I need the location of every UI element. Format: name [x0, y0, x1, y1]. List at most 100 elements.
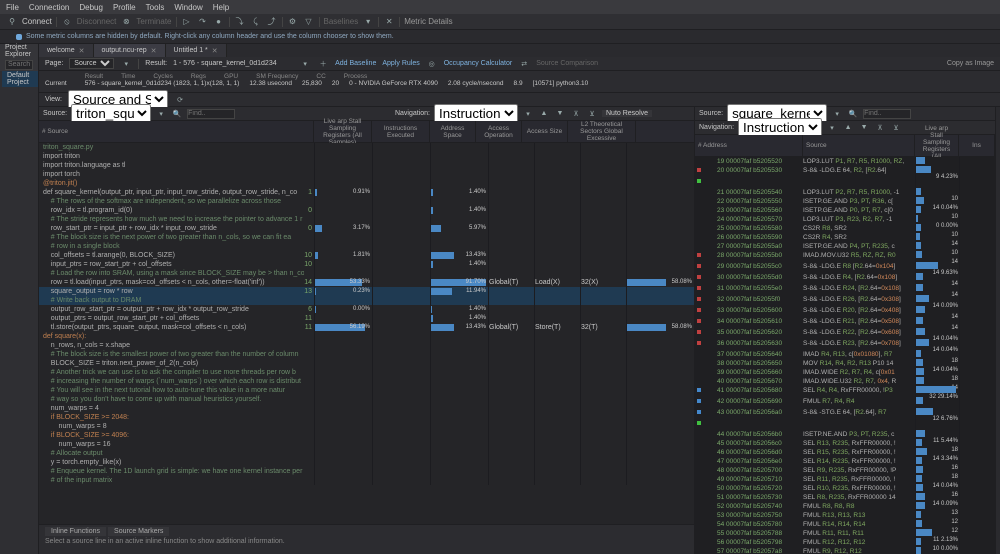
step-out-icon[interactable]: ⤴	[266, 16, 278, 28]
dot-icon[interactable]: ●	[213, 16, 225, 28]
asm-line[interactable]: 30 00007faf b52055d0S-8& -LDG.E R4, [R2.…	[695, 273, 995, 284]
asm-line[interactable]: 45 00007faf b52056c0SEL R13, R235, RxFFR…	[695, 439, 995, 448]
asm-line[interactable]: 57 00007faf b52057a8FMUL R9, R12, R1211	[695, 547, 995, 554]
search-icon[interactable]: 🔍	[171, 108, 183, 120]
asm-line[interactable]: 33 00007faf b5205600S-8& -LDG.E R20, [R2…	[695, 306, 995, 317]
footer-tab-inline[interactable]: Inline Functions	[45, 527, 106, 536]
source-line[interactable]: # The rows of the softmax are independen…	[39, 197, 694, 206]
source-line[interactable]: if BLOCK_SIZE >= 2048:	[39, 413, 694, 422]
footer-tab-markers[interactable]: Source Markers	[108, 527, 169, 536]
menu-debug[interactable]: Debug	[79, 3, 103, 12]
menu-connection[interactable]: Connection	[29, 3, 69, 12]
source-line[interactable]: num_warps = 8	[39, 422, 694, 431]
source-line[interactable]: output_row_start_ptr = output_ptr + row_…	[39, 305, 694, 314]
source-line[interactable]: tl.store(output_ptrs, square_output, mas…	[39, 323, 694, 332]
source-line[interactable]: def square(x):	[39, 332, 694, 341]
config-icon[interactable]: ⚙	[287, 16, 299, 28]
source-line[interactable]: import torch	[39, 170, 694, 179]
last-icon[interactable]: ⊻	[586, 108, 598, 120]
asm-line[interactable]: 41 00007faf b5205680SEL R4, R4, RxFFR000…	[695, 386, 995, 397]
step-icon[interactable]: ↷	[197, 16, 209, 28]
source-line[interactable]: # Another trick we can use is to ask the…	[39, 368, 694, 377]
source-line[interactable]: n_rows, n_cols = x.shape	[39, 341, 694, 350]
chevron-down-icon[interactable]: ▾	[826, 122, 838, 134]
menu-help[interactable]: Help	[213, 3, 229, 12]
find-input[interactable]	[187, 109, 235, 119]
next-icon[interactable]: ▼	[554, 108, 566, 120]
asm-line[interactable]: 21 00007faf b5205540LOP3.LUT P2, R7, R5,…	[695, 188, 995, 197]
asm-line[interactable]: 46 00007faf b52056d0SEL R15, R235, RxFFR…	[695, 448, 995, 457]
plus-icon[interactable]: ＋	[317, 58, 329, 70]
close-icon[interactable]: ✕	[212, 47, 218, 55]
asm-line[interactable]: 53 00007faf b5205750FMUL R13, R13, R1312	[695, 511, 995, 520]
close-icon[interactable]: ✕	[151, 47, 157, 55]
close-icon[interactable]: ✕	[383, 16, 395, 28]
first-icon[interactable]: ⊼	[874, 122, 886, 134]
source-line[interactable]: row_idx = tl.program_id(0)01.40%	[39, 206, 694, 215]
occupancy-button[interactable]: Occupancy Calculator	[444, 60, 512, 67]
terminate-button[interactable]: Terminate	[136, 17, 171, 26]
editor-tab[interactable]: Untitled 1 *✕	[166, 44, 227, 57]
metric-details-button[interactable]: Metric Details	[404, 17, 452, 26]
source-line[interactable]: # increasing the number of warps (`num_w…	[39, 377, 694, 386]
source-line[interactable]: num_warps = 16	[39, 440, 694, 449]
filter-icon[interactable]: ▽	[303, 16, 315, 28]
asm-line[interactable]: 51 00007faf b5205730SEL R8, R235, RxFFR0…	[695, 493, 995, 502]
source-line[interactable]: # Write back output to DRAM	[39, 296, 694, 305]
asm-line[interactable]: 47 00007faf b52056e0SEL R14, R235, RxFFR…	[695, 457, 995, 466]
page-select[interactable]: Source	[69, 58, 114, 69]
asm-line[interactable]: 39 00007faf b5205660IMAD.WIDE R2, R7, R4…	[695, 368, 995, 377]
disconnect-button[interactable]: Disconnect	[77, 17, 117, 26]
source-line[interactable]: BLOCK_SIZE = triton.next_power_of_2(n_co…	[39, 359, 694, 368]
dropdown-icon[interactable]: ▾	[299, 58, 311, 70]
asm-line[interactable]: 43 00007faf b52056a0S-8& -STG.E 64, [R2.…	[695, 408, 995, 430]
step-into-icon[interactable]: ⤹	[250, 16, 262, 28]
chevron-down-icon[interactable]: ▾	[120, 58, 132, 70]
source-line[interactable]: square_output = row * row130.23%11.94%	[39, 287, 694, 296]
source-line[interactable]: output_ptrs = output_row_start_ptr + col…	[39, 314, 694, 323]
source-line[interactable]: # The block size is the next power of tw…	[39, 233, 694, 242]
source-line[interactable]: # Allocate output	[39, 449, 694, 458]
dropdown-icon[interactable]: ▾	[362, 16, 374, 28]
next-icon[interactable]: ▼	[858, 122, 870, 134]
asm-line[interactable]: 29 00007faf b52055c0S-8& -LDG.E R8 [R2.6…	[695, 262, 995, 273]
asm-body[interactable]: 19 00007faf b5205520LOP3.LUT P1, R7, R5,…	[695, 157, 995, 554]
source-line[interactable]: y = torch.empty_like(x)	[39, 458, 694, 467]
add-baseline-button[interactable]: Add Baseline	[335, 60, 376, 67]
close-icon[interactable]: ✕	[79, 47, 85, 55]
asm-line[interactable]: 34 00007faf b5205610S-8& -LDG.E R21, [R2…	[695, 317, 995, 328]
source-line[interactable]: import triton.language as tl	[39, 161, 694, 170]
source-line[interactable]: # The stride represents how much we need…	[39, 215, 694, 224]
source-line[interactable]: row_start_ptr = input_ptr + row_idx * in…	[39, 224, 694, 233]
asm-line[interactable]: 54 00007faf b5205780FMUL R14, R14, R1412	[695, 520, 995, 529]
last-icon[interactable]: ⊻	[890, 122, 902, 134]
source-line[interactable]: # way so you don't have to come up with …	[39, 395, 694, 404]
project-search-input[interactable]	[5, 60, 33, 70]
source-line[interactable]: # Enqueue kernel. The 1D launch grid is …	[39, 467, 694, 476]
asm-line[interactable]: 38 00007faf b5205650MOV R14, R4, R2, R13…	[695, 359, 995, 368]
source-line[interactable]: # The block size is the smallest power o…	[39, 350, 694, 359]
asm-line[interactable]: 56 00007faf b5205798FMUL R12, R12, R1210…	[695, 538, 995, 547]
editor-tab[interactable]: welcome✕	[39, 44, 94, 57]
source-line[interactable]: row = tl.load(input_ptrs, mask=col_offse…	[39, 278, 694, 287]
source-line[interactable]: num_warps = 4	[39, 404, 694, 413]
asm-line[interactable]: 44 00007faf b52056b0ISETP.NE.AND P3, PT,…	[695, 430, 995, 439]
apply-rules-button[interactable]: Apply Rules	[382, 60, 419, 67]
source-line[interactable]: # row in a single block	[39, 242, 694, 251]
asm-line[interactable]: 27 00007faf b52055a0ISETP.GE.AND P4, PT,…	[695, 242, 995, 251]
asm-line[interactable]: 55 00007faf b5205788FMUL R11, R11, R1111…	[695, 529, 995, 538]
asm-line[interactable]: 50 00007faf b5205720SEL R10, R235, RxFFR…	[695, 484, 995, 493]
search-icon[interactable]: 🔍	[847, 108, 859, 120]
asm-line[interactable]: 22 00007faf b5205550ISETP.GE.AND P3, PT,…	[695, 197, 995, 206]
first-icon[interactable]: ⊼	[570, 108, 582, 120]
project-item[interactable]: Default Project	[2, 71, 38, 87]
source-line[interactable]: input_ptrs = row_start_ptr + col_offsets…	[39, 260, 694, 269]
asm-line[interactable]: 37 00007faf b5205640IMAD R4, R13, c[0x01…	[695, 350, 995, 359]
asm-line[interactable]: 48 00007faf b5205700SEL R9, R235, RxFFR0…	[695, 466, 995, 475]
menu-tools[interactable]: Tools	[146, 3, 165, 12]
asm-line[interactable]: 35 00007faf b5205620S-8& -LDG.E R22, [R2…	[695, 328, 995, 339]
menu-profile[interactable]: Profile	[113, 3, 136, 12]
play-icon[interactable]: ▷	[181, 16, 193, 28]
prev-icon[interactable]: ▲	[538, 108, 550, 120]
asm-line[interactable]: 42 00007faf b5205690FMUL R7, R4, R4	[695, 397, 995, 408]
